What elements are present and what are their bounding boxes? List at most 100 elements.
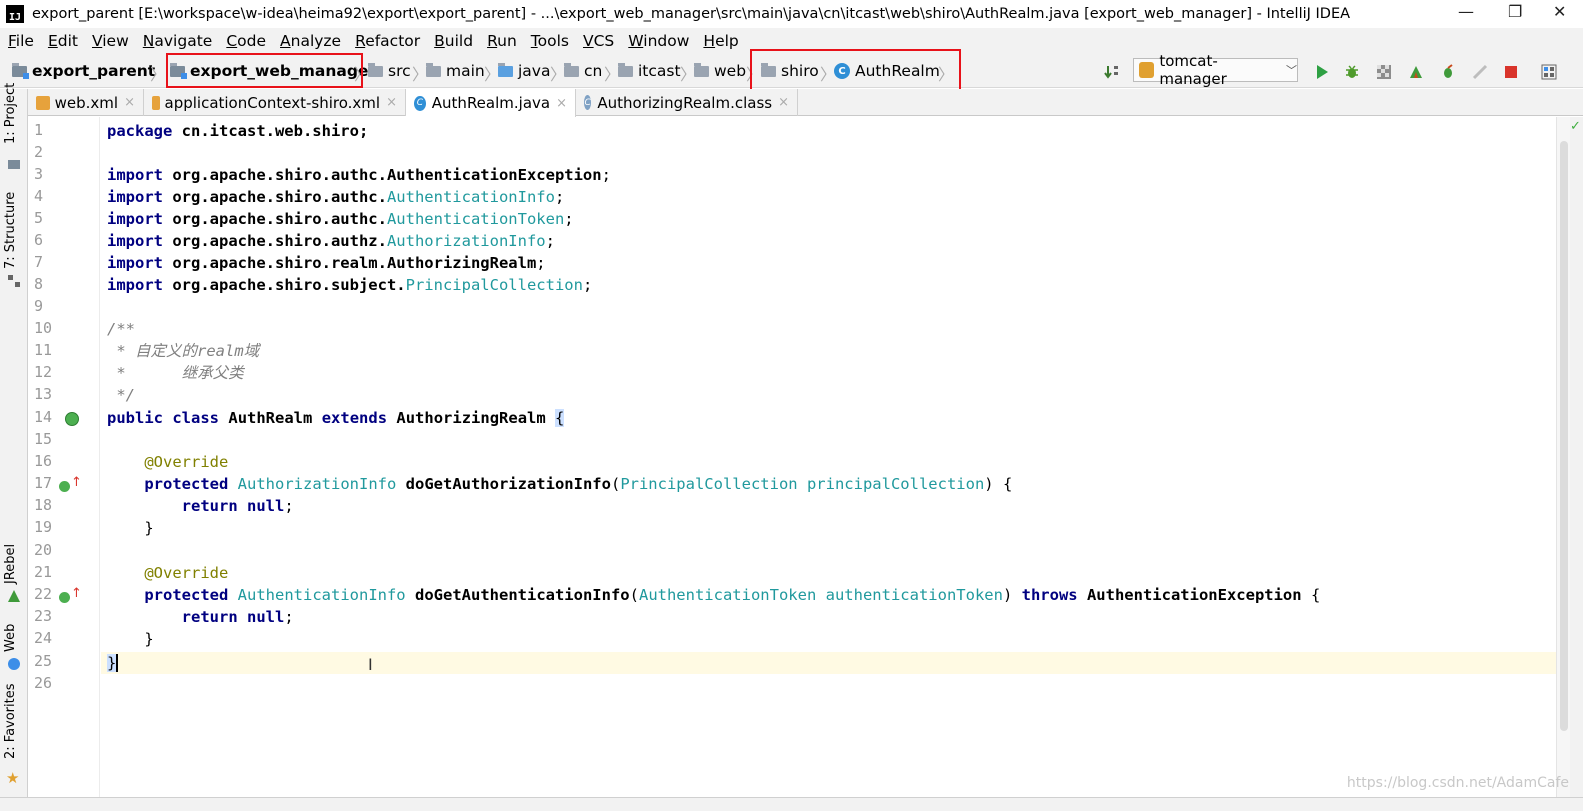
code-token: import — [107, 166, 163, 184]
stop-icon[interactable] — [1503, 64, 1519, 80]
breadcrumb-web[interactable]: web — [694, 61, 746, 81]
code-token: return — [181, 497, 238, 515]
close-tab-icon[interactable]: × — [386, 95, 397, 110]
tool-tab-favorites[interactable]: 2: Favorites — [3, 683, 18, 759]
java-class-icon: C — [834, 63, 850, 79]
editor-gutter[interactable]: 1 2 3 4 5 6 7 8 9 10 11 12 13 14 15 16 1… — [28, 117, 100, 797]
breadcrumb-label: shiro — [781, 62, 819, 80]
breadcrumb-java[interactable]: java — [498, 61, 550, 81]
coverage-icon[interactable] — [1376, 64, 1392, 80]
line-number: 8 — [34, 275, 44, 293]
line-number: 20 — [34, 541, 53, 559]
debug-icon[interactable] — [1344, 64, 1360, 80]
menu-edit[interactable]: Edit — [48, 32, 78, 50]
tool-tab-web[interactable]: Web — [3, 624, 18, 652]
jrebel-run-icon[interactable] — [1408, 64, 1424, 80]
breadcrumb-export-parent[interactable]: export_parent — [12, 61, 155, 81]
menu-view[interactable]: View — [92, 32, 129, 50]
menu-build[interactable]: Build — [434, 32, 473, 50]
run-icon[interactable] — [1314, 64, 1330, 80]
tool-tab-project[interactable]: 1: Project — [3, 83, 18, 144]
editor-scrollbar[interactable] — [1556, 117, 1570, 797]
tab-authrealm-java[interactable]: C AuthRealm.java × — [406, 89, 576, 117]
code-line-13: */ — [107, 386, 135, 404]
code-line-11: * 自定义的realm域 — [107, 342, 260, 360]
close-button[interactable]: ✕ — [1553, 2, 1566, 21]
line-number: 9 — [34, 297, 44, 315]
close-tab-icon[interactable]: × — [556, 96, 567, 111]
menu-window[interactable]: Window — [628, 32, 689, 50]
run-configuration-select[interactable]: tomcat-manager ﹀ — [1133, 52, 1298, 88]
status-bar — [0, 797, 1583, 811]
override-marker-icon[interactable] — [59, 481, 70, 492]
jrebel-debug-icon[interactable] — [1440, 64, 1456, 80]
menu-vcs[interactable]: VCS — [583, 32, 614, 50]
code-token: } — [144, 630, 154, 648]
package-icon — [761, 62, 776, 77]
close-tab-icon[interactable]: × — [124, 95, 135, 110]
breadcrumb-authrealm[interactable]: C AuthRealm — [834, 61, 940, 81]
menu-code[interactable]: Code — [226, 32, 266, 50]
menu-run[interactable]: Run — [487, 32, 517, 50]
breadcrumb-shiro[interactable]: shiro — [761, 61, 819, 81]
arrow-up-icon: ↑ — [71, 586, 82, 601]
override-marker-icon[interactable] — [59, 592, 70, 603]
code-token: AuthorizingRealm — [396, 409, 546, 427]
tab-web-xml[interactable]: web.xml × — [28, 89, 144, 116]
line-number: 12 — [34, 363, 53, 381]
breadcrumb-label: cn — [584, 62, 603, 80]
code-line-22: protected AuthenticationInfo doGetAuthen… — [144, 586, 1321, 604]
menu-refactor[interactable]: Refactor — [355, 32, 420, 50]
window-title: export_parent [E:\workspace\w-idea\heima… — [32, 6, 1351, 22]
minimize-button[interactable]: — — [1458, 2, 1474, 21]
breadcrumb-itcast[interactable]: itcast — [618, 61, 681, 81]
line-number: 21 — [34, 563, 53, 581]
breadcrumb-label: main — [446, 62, 485, 80]
subclass-marker-icon[interactable] — [65, 412, 79, 426]
attach-icon[interactable] — [1472, 64, 1488, 80]
code-token: org.apache.shiro.authc. — [163, 210, 387, 228]
code-token: AuthorizingRealm — [386, 254, 537, 272]
xml-file-icon — [36, 95, 50, 110]
code-line-24: } — [107, 628, 154, 650]
tab-applicationcontext-shiro[interactable]: applicationContext-shiro.xml × — [144, 89, 406, 116]
code-editor[interactable]: package cn.itcast.web.shiro; import org.… — [101, 117, 1556, 797]
breadcrumb-main[interactable]: main — [426, 61, 485, 81]
code-token: AuthenticationException — [1086, 586, 1302, 604]
line-number: 16 — [34, 452, 53, 470]
sort-icon[interactable] — [1104, 64, 1120, 80]
code-token: import — [107, 276, 163, 294]
code-line-6: import org.apache.shiro.authz.Authorizat… — [107, 230, 555, 252]
code-line-10: /** — [107, 320, 135, 338]
code-token: org.apache.shiro.authz. — [163, 232, 387, 250]
breadcrumb-cn[interactable]: cn — [564, 61, 602, 81]
breadcrumb-export-web-manager[interactable]: export_web_manager — [170, 61, 376, 81]
project-structure-icon[interactable] — [1541, 64, 1557, 80]
run-configuration-label: tomcat-manager — [1159, 52, 1227, 88]
package-icon — [694, 62, 709, 77]
close-tab-icon[interactable]: × — [778, 95, 789, 110]
scrollbar-thumb[interactable] — [1560, 141, 1568, 731]
tab-authorizingrealm-class[interactable]: C AuthorizingRealm.class × — [576, 89, 798, 116]
tool-tab-jrebel[interactable]: JRebel — [3, 544, 18, 584]
tab-label: AuthRealm.java — [431, 94, 551, 112]
line-number: 15 — [34, 430, 53, 448]
chevron-right-icon: 〉 — [938, 65, 955, 84]
code-token: AuthenticationInfo — [386, 188, 555, 206]
tool-tab-structure[interactable]: 7: Structure — [3, 192, 18, 269]
menu-help[interactable]: Help — [703, 32, 738, 50]
menu-analyze[interactable]: Analyze — [280, 32, 341, 50]
menu-tools[interactable]: Tools — [531, 32, 569, 50]
line-number: 14 — [34, 408, 53, 426]
breadcrumb-src[interactable]: src — [368, 61, 411, 81]
line-number: 1 — [34, 121, 44, 139]
code-token: ; — [554, 188, 565, 206]
code-token: doGetAuthorizationInfo — [405, 475, 611, 493]
right-tool-strip: ✓ — [1570, 117, 1583, 797]
tab-label: web.xml — [54, 93, 119, 112]
chevron-down-icon: ﹀ — [1286, 64, 1297, 77]
menu-navigate[interactable]: Navigate — [143, 32, 213, 50]
restore-button[interactable]: ❐ — [1508, 2, 1522, 21]
code-token: package — [107, 122, 173, 140]
menu-file[interactable]: File — [8, 32, 34, 50]
